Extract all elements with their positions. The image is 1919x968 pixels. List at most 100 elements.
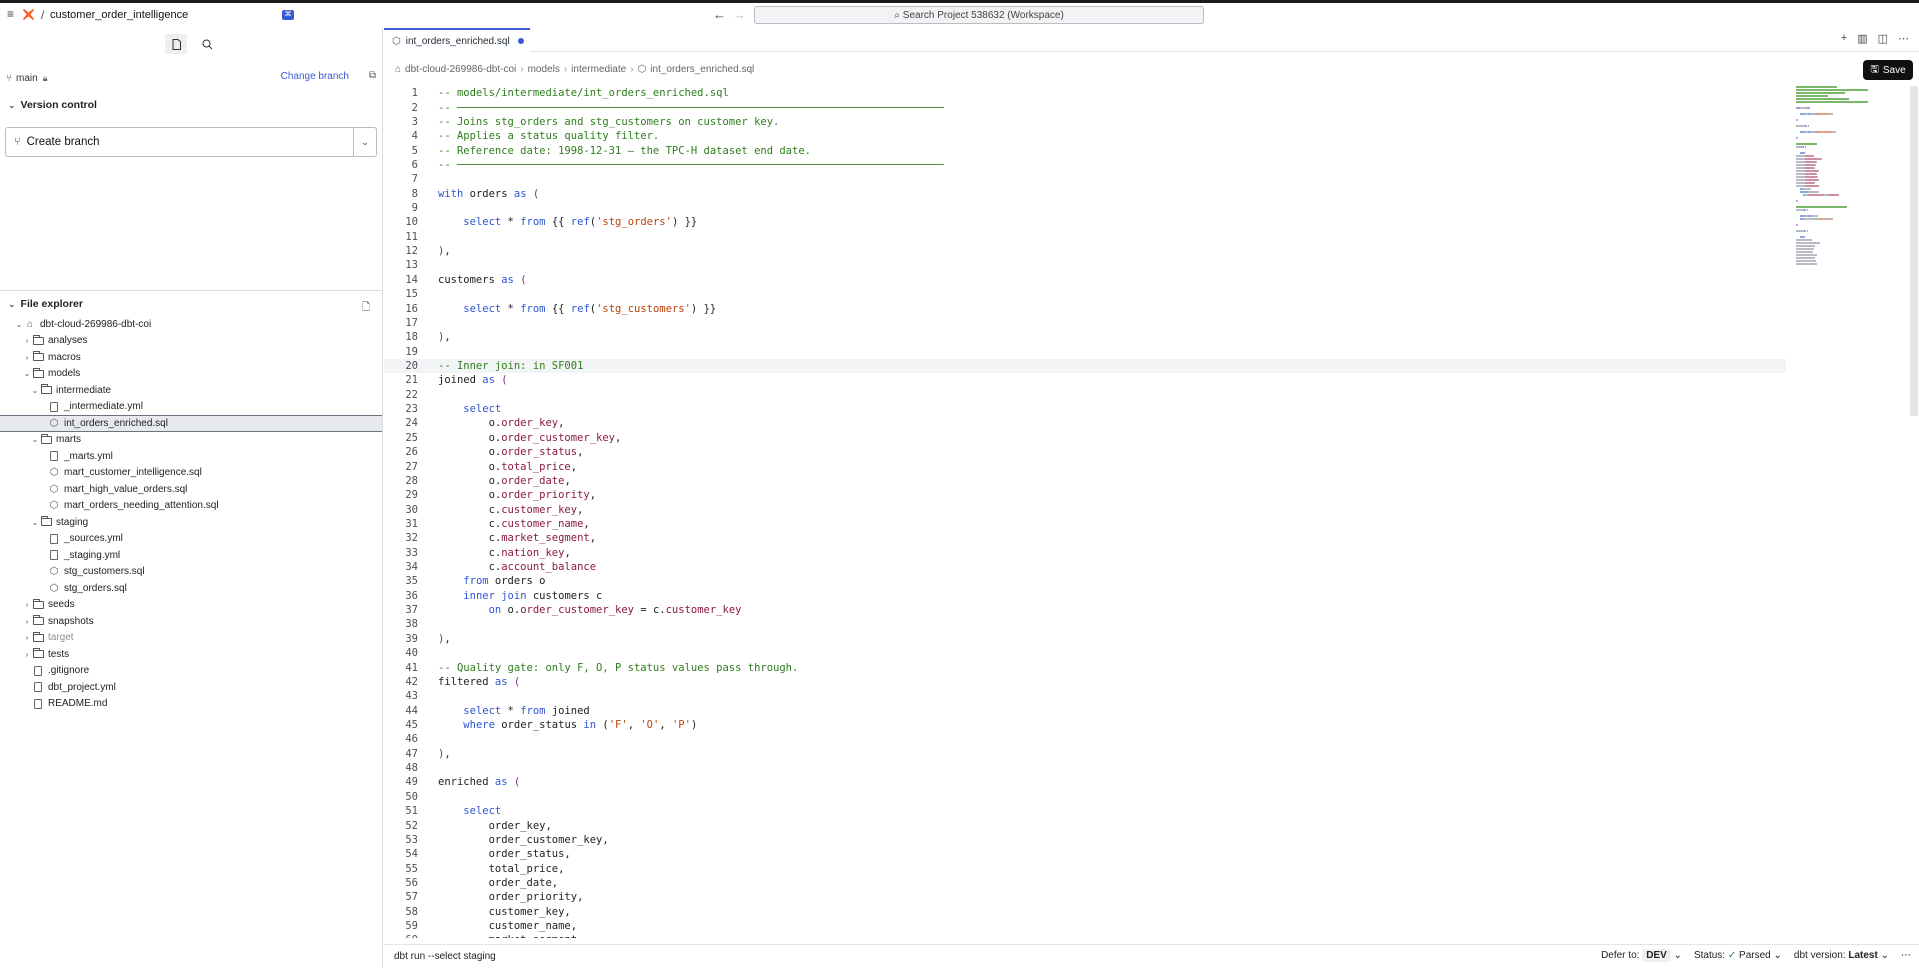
code-line[interactable]: 35 from orders o: [384, 574, 1786, 588]
tree-folder[interactable]: › snapshots: [0, 613, 382, 630]
tree-folder[interactable]: › seeds: [0, 597, 382, 614]
code-line[interactable]: 60 market_segment,: [384, 933, 1786, 938]
code-line[interactable]: 25 o.order_customer_key,: [384, 431, 1786, 445]
code-line[interactable]: 27 o.total_price,: [384, 459, 1786, 473]
tree-file[interactable]: ⬡ int_orders_enriched.sql: [0, 415, 382, 432]
tree-file[interactable]: _marts.yml: [0, 448, 382, 465]
search-tab-icon[interactable]: [196, 34, 218, 54]
code-line[interactable]: 53 order_customer_key,: [384, 833, 1786, 847]
tree-folder[interactable]: › target: [0, 630, 382, 647]
code-line[interactable]: 47),: [384, 747, 1786, 761]
code-line[interactable]: 32 c.market_segment,: [384, 531, 1786, 545]
code-line[interactable]: 34 c.account_balance: [384, 560, 1786, 574]
breadcrumb-item[interactable]: intermediate: [571, 64, 626, 75]
code-line[interactable]: 9: [384, 201, 1786, 215]
code-line[interactable]: 22: [384, 388, 1786, 402]
code-line[interactable]: 28 o.order_date,: [384, 474, 1786, 488]
code-line[interactable]: 10 select * from {{ ref('stg_orders') }}: [384, 215, 1786, 229]
tree-folder[interactable]: ⌄ staging: [0, 514, 382, 531]
code-line[interactable]: 13: [384, 258, 1786, 272]
tree-folder[interactable]: ⌄ ⌂ dbt-cloud-269986-dbt-coi: [0, 316, 382, 333]
code-line[interactable]: 8 with orders as (: [384, 187, 1786, 201]
save-button[interactable]: 🖫︎ Save: [1863, 60, 1913, 80]
version-control-header[interactable]: ⌄ Version control: [8, 99, 97, 111]
tree-folder[interactable]: ⌄ intermediate: [0, 382, 382, 399]
code-line[interactable]: 44 select * from joined: [384, 703, 1786, 717]
new-tab-icon[interactable]: +: [1841, 32, 1847, 45]
back-arrow-icon[interactable]: ←: [713, 7, 726, 22]
code-line[interactable]: 59 customer_name,: [384, 919, 1786, 933]
menu-icon[interactable]: ≡: [7, 8, 17, 20]
layout-icon[interactable]: ◫: [1878, 32, 1888, 45]
tree-folder[interactable]: ⌄ marts: [0, 432, 382, 449]
tree-file[interactable]: ⬡ mart_orders_needing_attention.sql: [0, 498, 382, 515]
code-line[interactable]: 58 customer_key,: [384, 904, 1786, 918]
code-line[interactable]: 12),: [384, 244, 1786, 258]
project-name[interactable]: customer_order_intelligence: [50, 9, 188, 21]
code-line[interactable]: 51 select: [384, 804, 1786, 818]
code-line[interactable]: 37 on o.order_customer_key = c.customer_…: [384, 603, 1786, 617]
tree-file[interactable]: ⬡ mart_high_value_orders.sql: [0, 481, 382, 498]
code-line[interactable]: 38: [384, 617, 1786, 631]
tree-folder[interactable]: › analyses: [0, 333, 382, 350]
code-line[interactable]: 57 order_priority,: [384, 890, 1786, 904]
code-line[interactable]: 26 o.order_status,: [384, 445, 1786, 459]
code-line[interactable]: 39),: [384, 632, 1786, 646]
code-line[interactable]: 1 -- models/intermediate/int_orders_enric…: [384, 86, 1786, 100]
create-branch-button[interactable]: ⑂ Create branch: [6, 128, 354, 156]
tree-file[interactable]: _sources.yml: [0, 531, 382, 548]
tree-file[interactable]: README.md: [0, 696, 382, 713]
code-line[interactable]: 42 filtered as (: [384, 675, 1786, 689]
code-line[interactable]: 48: [384, 761, 1786, 775]
file-explorer-header[interactable]: ⌄ File explorer: [8, 298, 83, 310]
create-branch-dropdown[interactable]: ⌄: [354, 128, 376, 156]
code-line[interactable]: 3 -- Joins stg_orders and stg_customers o…: [384, 115, 1786, 129]
code-line[interactable]: 20 -- Inner join: in SF001: [384, 358, 1786, 374]
command-input[interactable]: dbt run --select staging: [394, 951, 496, 962]
code-line[interactable]: 5 -- Reference date: 1998-12-31 — the TPC…: [384, 143, 1786, 157]
code-line[interactable]: 31 c.customer_name,: [384, 517, 1786, 531]
split-view-icon[interactable]: ▥: [1857, 32, 1867, 45]
code-line[interactable]: 56 order_date,: [384, 876, 1786, 890]
breadcrumb-item[interactable]: dbt-cloud-269986-dbt-coi: [405, 64, 516, 75]
editor-scrollbar[interactable]: [1910, 86, 1918, 416]
tree-file[interactable]: _staging.yml: [0, 547, 382, 564]
code-line[interactable]: 40: [384, 646, 1786, 660]
search-bar[interactable]: ⌕ Search Project 538632 (Workspace): [754, 6, 1204, 24]
code-line[interactable]: 54 order_status,: [384, 847, 1786, 861]
tree-file[interactable]: ⬡ stg_customers.sql: [0, 564, 382, 581]
code-line[interactable]: 50: [384, 790, 1786, 804]
code-line[interactable]: 2 -- ────────────────────────────────────…: [384, 100, 1786, 114]
dbt-version[interactable]: dbt version: Latest ⌄: [1794, 950, 1889, 961]
tree-file[interactable]: ⬡ mart_customer_intelligence.sql: [0, 465, 382, 482]
dbt-logo-icon[interactable]: [22, 8, 35, 21]
tree-file[interactable]: ⬡ stg_orders.sql: [0, 580, 382, 597]
tree-folder[interactable]: › tests: [0, 646, 382, 663]
code-line[interactable]: 11: [384, 230, 1786, 244]
code-line[interactable]: 16 select * from {{ ref('stg_customers')…: [384, 301, 1786, 315]
code-line[interactable]: 17: [384, 316, 1786, 330]
forward-arrow-icon[interactable]: →: [733, 7, 746, 22]
files-tab-icon[interactable]: [165, 34, 187, 54]
defer-to[interactable]: Defer to: DEV ⌄: [1601, 949, 1682, 962]
code-minimap[interactable]: [1796, 86, 1908, 286]
code-line[interactable]: 14 customers as (: [384, 273, 1786, 287]
code-line[interactable]: 55 total_price,: [384, 861, 1786, 875]
breadcrumb-item[interactable]: int_orders_enriched.sql: [650, 64, 754, 75]
code-line[interactable]: 7: [384, 172, 1786, 186]
code-line[interactable]: 30 c.customer_key,: [384, 502, 1786, 516]
tree-folder[interactable]: › macros: [0, 349, 382, 366]
code-line[interactable]: 24 o.order_key,: [384, 416, 1786, 430]
code-line[interactable]: 43: [384, 689, 1786, 703]
code-line[interactable]: 52 order_key,: [384, 818, 1786, 832]
more-options-icon[interactable]: ⋯: [1898, 32, 1909, 45]
tree-file[interactable]: _intermediate.yml: [0, 399, 382, 416]
status-indicator[interactable]: Status: ✓ Parsed ⌄: [1694, 950, 1782, 961]
change-branch-link[interactable]: Change branch: [281, 71, 349, 82]
code-line[interactable]: 19: [384, 344, 1786, 358]
tree-file[interactable]: dbt_project.yml: [0, 679, 382, 696]
tree-folder[interactable]: ⌄ models: [0, 366, 382, 383]
code-line[interactable]: 36 inner join customers c: [384, 589, 1786, 603]
code-line[interactable]: 6 -- ────────────────────────────────────…: [384, 158, 1786, 172]
code-line[interactable]: 46: [384, 732, 1786, 746]
